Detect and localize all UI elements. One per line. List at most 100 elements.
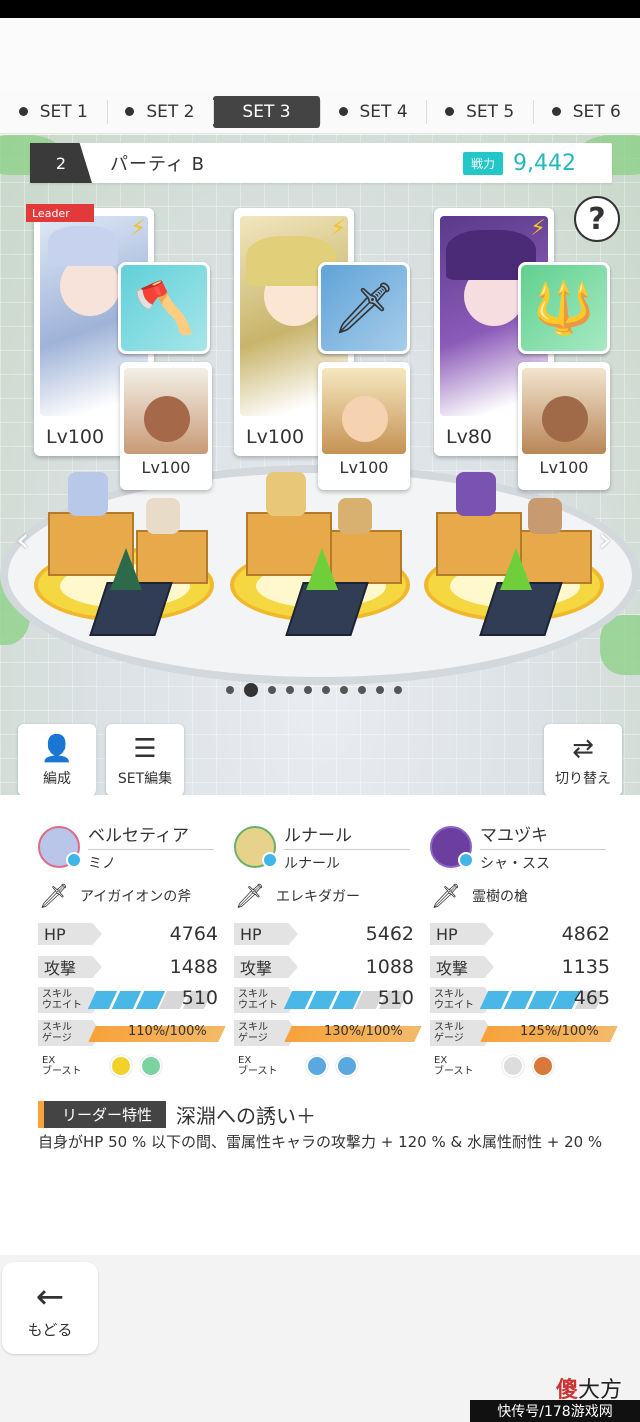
weapon-name: アイガイオンの斧 <box>80 889 192 905</box>
weapon-sprite <box>500 548 532 590</box>
skill-gauge-row: スキル ゲージ 130%/100% <box>234 1018 422 1048</box>
set-edit-button[interactable]: ☰ SET編集 <box>106 724 184 796</box>
page-dot[interactable] <box>244 683 258 697</box>
page-dot[interactable] <box>226 686 234 694</box>
page-dot[interactable] <box>376 686 384 694</box>
page-dot[interactable] <box>322 686 330 694</box>
tab-dot-icon <box>125 107 135 116</box>
thunder-element-icon: ⚡ <box>130 215 146 241</box>
sub-character-card-1[interactable]: Lv100 <box>120 362 212 490</box>
skill-gauge-max: 100 <box>561 1024 587 1039</box>
skill-gauge-percent: 110 <box>128 1024 153 1039</box>
attack-value: 1088 <box>365 956 414 978</box>
character-face <box>542 396 588 442</box>
member-sub-name: ミノ <box>88 849 214 873</box>
formation-label: 編成 <box>43 771 71 787</box>
tab-set-3[interactable]: SET 3 <box>213 95 320 128</box>
switch-label: 切り替え <box>555 771 611 787</box>
sub-character-card-3[interactable]: Lv100 <box>518 362 610 490</box>
party-bar[interactable]: 2 パーティ B 戦力 9,442 <box>30 143 612 183</box>
crate-block <box>136 530 208 584</box>
skill-wait-value: 510 <box>377 987 414 1009</box>
character-face <box>342 396 388 442</box>
chibi-sprite <box>528 498 562 534</box>
attack-label: 攻撃 <box>234 956 298 978</box>
tab-set-5[interactable]: SET 5 <box>426 96 533 128</box>
skill-wait-row: スキル ウエイト 465 <box>430 985 610 1015</box>
tab-label: SET 6 <box>572 101 621 122</box>
tab-set-1[interactable]: SET 1 <box>0 96 107 128</box>
page-dot[interactable] <box>358 686 366 694</box>
header-area <box>0 18 640 90</box>
leader-skill-name: 深淵への誘い＋ <box>176 1104 317 1128</box>
water-element-icon <box>66 852 82 868</box>
character-hair <box>48 226 118 266</box>
hp-row: HP 5462 <box>234 919 414 949</box>
spear-icon[interactable]: 🔱 <box>518 262 610 354</box>
member-column[interactable]: ルナール ルナール 🗡 エレキダガー HP 5462 攻撃 1088 スキル ウエイト 510 スキ… <box>234 826 422 1081</box>
skill-gauge-row: スキル ゲージ 110%/100% <box>38 1018 226 1048</box>
tab-set-4[interactable]: SET 4 <box>319 96 427 128</box>
weapon-icon: 🗡 <box>38 882 70 910</box>
list-icon: ☰ <box>133 734 157 764</box>
page-indicator <box>226 683 402 697</box>
main-level: Lv100 <box>46 426 105 448</box>
sub-character-portrait <box>124 368 208 454</box>
member-column[interactable]: ベルセティア ミノ 🗡 アイガイオンの斧 HP 4764 攻撃 1488 スキル ウエイト 510… <box>38 826 226 1081</box>
attack-label: 攻撃 <box>38 956 102 978</box>
tab-set-6[interactable]: SET 6 <box>532 96 640 128</box>
page-dot[interactable] <box>304 686 312 694</box>
member-name: ルナール <box>284 826 352 846</box>
skill-gauge-max: 100 <box>169 1024 195 1039</box>
ex-boost-orb-icon <box>336 1055 358 1077</box>
skill-wait-row: スキル ウエイト 510 <box>38 985 218 1015</box>
tab-dot-icon <box>551 107 561 116</box>
next-arrow-icon[interactable]: › <box>598 520 612 560</box>
hp-label: HP <box>430 923 494 945</box>
chibi-sprite <box>456 472 496 516</box>
attack-row: 攻撃 1488 <box>38 952 218 982</box>
hp-label: HP <box>38 923 102 945</box>
chibi-sprite <box>266 472 306 516</box>
page-dot[interactable] <box>394 686 402 694</box>
party-screen: SET 1 SET 2 SET 3 SET 4 SET 5 SET 6 2 パー… <box>0 0 640 1422</box>
status-bar <box>0 0 640 18</box>
weapon-icon: 🗡 <box>430 882 462 910</box>
watermark-bar: 快传号/178游戏网 <box>470 1400 640 1422</box>
skill-wait-row: スキル ウエイト 510 <box>234 985 414 1015</box>
weapon-row: 🗡 霊樹の槍 <box>430 876 610 916</box>
attack-row: 攻撃 1088 <box>234 952 414 982</box>
page-dot[interactable] <box>340 686 348 694</box>
weapon-row: 🗡 エレキダガー <box>234 876 414 916</box>
skill-gauge-max: 100 <box>365 1024 391 1039</box>
tab-label: SET 3 <box>242 101 291 122</box>
help-button[interactable]: ? <box>574 196 620 242</box>
tab-label: SET 4 <box>359 101 408 122</box>
skill-gauge-row: スキル ゲージ 125%/100% <box>430 1018 618 1048</box>
chibi-sprite <box>68 472 108 516</box>
member-avatar <box>38 826 82 868</box>
formation-button[interactable]: 👤 編成 <box>18 724 96 796</box>
ex-boost-row: EX ブースト <box>234 1051 414 1081</box>
member-header: ベルセティア ミノ <box>38 826 218 874</box>
ex-boost-label: EX ブースト <box>42 1055 82 1077</box>
sub-character-portrait <box>522 368 606 454</box>
back-button[interactable]: ← もどる <box>2 1262 98 1354</box>
lightning-dagger-icon[interactable]: 🗡 <box>318 262 410 354</box>
page-dot[interactable] <box>268 686 276 694</box>
party-number: 2 <box>30 143 92 183</box>
tab-label: SET 1 <box>39 101 88 122</box>
tab-set-2[interactable]: SET 2 <box>106 96 214 128</box>
prev-arrow-icon[interactable]: ‹ <box>16 520 30 560</box>
sub-character-card-2[interactable]: Lv100 <box>318 362 410 490</box>
page-dot[interactable] <box>286 686 294 694</box>
switch-button[interactable]: ⇄ 切り替え <box>544 724 622 796</box>
leader-skill-tag: リーダー特性 <box>38 1101 167 1128</box>
sub-level: Lv100 <box>141 458 191 477</box>
member-column[interactable]: マユヅキ シャ・スス 🗡 霊樹の槍 HP 4862 攻撃 1135 スキル ウエイト 465 スキル… <box>430 826 618 1081</box>
skill-gauge-text: 110%/100% <box>128 1024 207 1039</box>
golden-axe-icon[interactable]: 🪓 <box>118 262 210 354</box>
member-name: ベルセティア <box>88 826 189 846</box>
weapon-sprite <box>110 548 142 590</box>
attack-label: 攻撃 <box>430 956 494 978</box>
